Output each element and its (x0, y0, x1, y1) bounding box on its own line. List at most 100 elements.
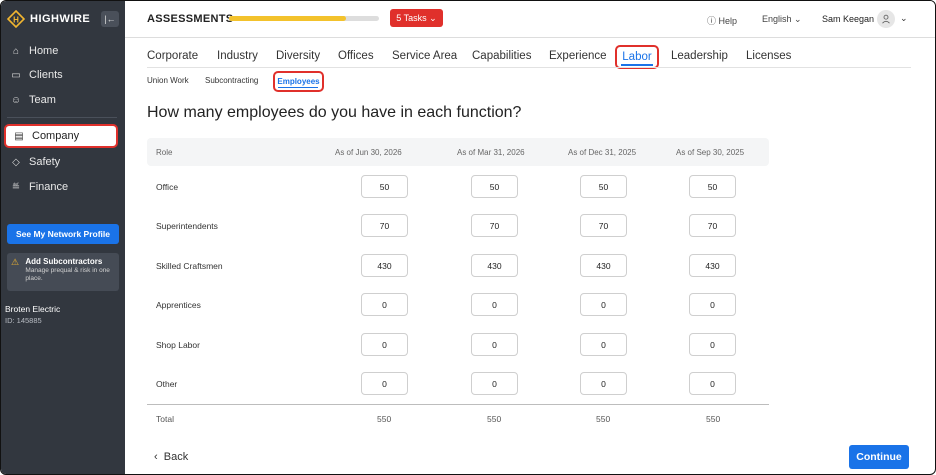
chevron-left-icon: ‹ (154, 451, 158, 463)
progress-fill (229, 16, 346, 21)
org-id: ID: 145885 (5, 316, 42, 325)
tab-corporate[interactable]: Corporate (147, 50, 198, 62)
clients-icon: ▭ (11, 69, 21, 81)
employee-count-input[interactable]: 70 (361, 214, 408, 237)
avatar[interactable] (877, 10, 895, 28)
tasks-button[interactable]: 5 Tasks ⌄ (390, 9, 443, 27)
employee-count-input[interactable]: 0 (361, 293, 408, 316)
tabs-divider (147, 67, 911, 68)
column-header-2: As of Dec 31, 2025 (568, 148, 637, 157)
language-label: English (762, 14, 792, 24)
employee-count-input[interactable]: 430 (361, 254, 408, 277)
employee-count-input[interactable]: 0 (689, 333, 736, 356)
question-heading: How many employees do you have in each f… (147, 104, 522, 121)
progress-bar (229, 16, 379, 21)
building-icon: ▤ (14, 130, 24, 142)
employee-count-input[interactable]: 50 (471, 175, 518, 198)
language-select[interactable]: English ⌄ (762, 14, 802, 25)
row-label-other: Other (156, 379, 178, 389)
page-title: ASSESSMENTS (147, 13, 234, 25)
network-profile-button[interactable]: See My Network Profile (7, 224, 119, 244)
employee-count-input[interactable]: 430 (471, 254, 518, 277)
employee-count-input[interactable]: 0 (471, 293, 518, 316)
sidebar-item-team[interactable]: ☺ Team (7, 90, 117, 110)
sidebar-item-label: Safety (29, 156, 61, 168)
sidebar-item-safety[interactable]: ◇ Safety (7, 152, 117, 172)
active-subtab-indicator (278, 87, 318, 88)
chart-icon: ≝ (11, 181, 21, 193)
chevron-down-icon[interactable]: ⌄ (900, 13, 908, 24)
shield-icon: ◇ (12, 156, 20, 168)
employee-count-input[interactable]: 0 (689, 372, 736, 395)
subtab-employees[interactable]: Employees (273, 71, 324, 92)
sidebar-item-label: Finance (29, 181, 69, 193)
brand: H HIGHWIRE |← (7, 9, 119, 29)
tab-offices[interactable]: Offices (338, 50, 374, 62)
column-header-1: As of Mar 31, 2026 (457, 148, 525, 157)
org-name: Broten Electric (5, 304, 61, 314)
total-value: 550 (596, 414, 611, 424)
add-subcontractors-title: Add Subcontractors (25, 257, 103, 266)
employee-count-input[interactable]: 0 (361, 372, 408, 395)
user-icon (882, 14, 890, 24)
employee-count-input[interactable]: 0 (580, 293, 627, 316)
back-button[interactable]: ‹ Back (154, 451, 188, 463)
tab-capabilities[interactable]: Capabilities (472, 50, 531, 62)
employee-count-input[interactable]: 430 (689, 254, 736, 277)
employee-count-input[interactable]: 0 (689, 293, 736, 316)
employee-count-input[interactable]: 0 (361, 333, 408, 356)
tab-leadership[interactable]: Leadership (671, 50, 728, 62)
user-name[interactable]: Sam Keegan (822, 14, 874, 24)
active-tab-indicator (621, 64, 653, 66)
employee-count-input[interactable]: 50 (361, 175, 408, 198)
sidebar: H HIGHWIRE |← ⌂ Home ▭ Clients ☺ Team ▤ … (1, 1, 125, 474)
tab-industry[interactable]: Industry (217, 50, 258, 62)
tab-service-area[interactable]: Service Area (392, 50, 457, 62)
total-value: 550 (706, 414, 721, 424)
row-label-shop-labor: Shop Labor (156, 340, 200, 350)
employee-count-input[interactable]: 50 (689, 175, 736, 198)
sidebar-item-clients[interactable]: ▭ Clients (7, 65, 117, 85)
tab-diversity[interactable]: Diversity (276, 50, 320, 62)
column-header-3: As of Sep 30, 2025 (676, 148, 745, 157)
column-header-0: As of Jun 30, 2026 (335, 148, 402, 157)
add-subcontractors-card[interactable]: ⚠ Add Subcontractors Manage prequal & ri… (7, 253, 119, 291)
collapse-sidebar-icon[interactable]: |← (101, 11, 119, 27)
sidebar-item-home[interactable]: ⌂ Home (7, 41, 117, 61)
total-divider (147, 404, 769, 405)
employee-count-input[interactable]: 70 (689, 214, 736, 237)
column-header-role: Role (156, 148, 173, 157)
tab-experience[interactable]: Experience (549, 50, 607, 62)
employee-count-input[interactable]: 0 (471, 372, 518, 395)
top-bar: ASSESSMENTS 5 Tasks ⌄ ⓘ Help English ⌄ S… (125, 1, 935, 37)
sidebar-item-label: Company (32, 130, 80, 142)
row-label-skilled-craftsmen: Skilled Craftsmen (156, 261, 223, 271)
svg-text:H: H (13, 15, 19, 24)
tab-licenses[interactable]: Licenses (746, 50, 791, 62)
app-window: H HIGHWIRE |← ⌂ Home ▭ Clients ☺ Team ▤ … (0, 0, 936, 475)
employee-count-input[interactable]: 0 (471, 333, 518, 356)
employee-count-input[interactable]: 0 (580, 333, 627, 356)
tasks-label: 5 Tasks (396, 13, 427, 23)
employee-count-input[interactable]: 70 (580, 214, 627, 237)
add-subcontractors-desc: Manage prequal & risk in one place. (25, 267, 110, 282)
employee-count-input[interactable]: 430 (580, 254, 627, 277)
sidebar-item-company[interactable]: ▤ Company (4, 124, 118, 148)
employee-count-input[interactable]: 50 (580, 175, 627, 198)
header-divider (125, 37, 935, 38)
chevron-down-icon: ⌄ (794, 14, 802, 24)
home-icon: ⌂ (12, 45, 20, 57)
sidebar-item-label: Home (29, 45, 59, 57)
continue-button[interactable]: Continue (849, 445, 909, 469)
help-icon: ⓘ (707, 16, 717, 26)
help-link[interactable]: ⓘ Help (707, 14, 737, 27)
subtab-union-work[interactable]: Union Work (147, 76, 189, 85)
subtab-subcontracting[interactable]: Subcontracting (205, 76, 258, 85)
warning-icon: ⚠ (11, 257, 20, 267)
sidebar-item-finance[interactable]: ≝ Finance (7, 177, 117, 197)
row-label-superintendents: Superintendents (156, 221, 218, 231)
highwire-logo-icon: H (7, 10, 25, 28)
divider (7, 117, 117, 118)
employee-count-input[interactable]: 70 (471, 214, 518, 237)
employee-count-input[interactable]: 0 (580, 372, 627, 395)
